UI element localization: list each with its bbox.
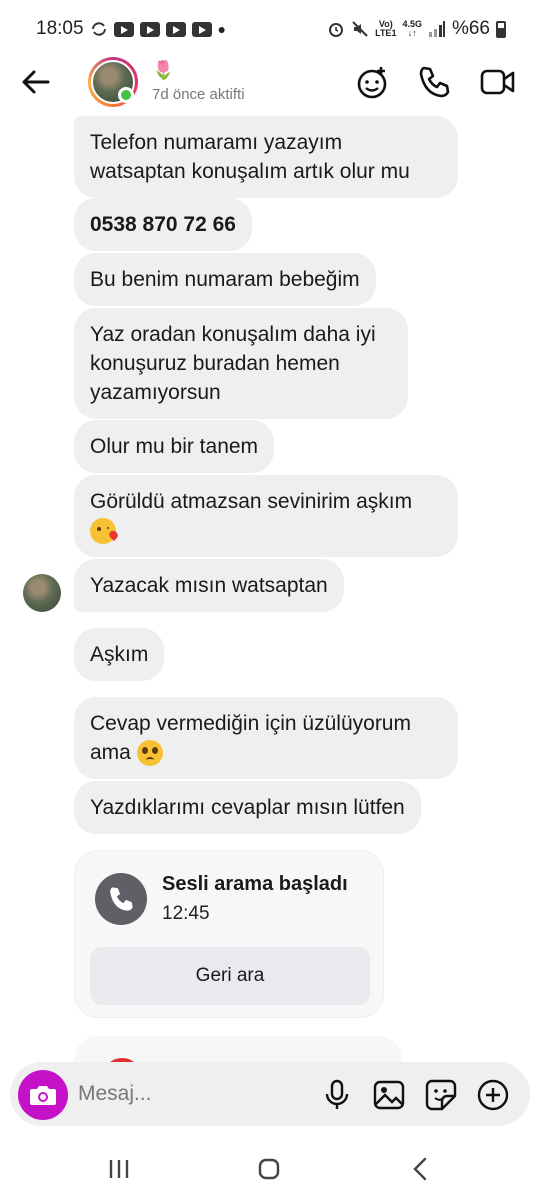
- message-bubble[interactable]: Cevap vermediğin için üzülüyorum ama: [74, 697, 458, 779]
- message-bubble[interactable]: Yaz oradan konuşalım daha iyi konuşuruz …: [74, 308, 408, 419]
- video-icon[interactable]: [480, 64, 516, 100]
- sender-avatar[interactable]: [23, 574, 61, 612]
- message-bubble[interactable]: Telefon numaramı yazayım watsaptan konuş…: [74, 116, 458, 198]
- sync-icon: [91, 22, 106, 36]
- youtube-icon: [113, 21, 134, 37]
- sticker-icon[interactable]: [424, 1078, 458, 1112]
- call-time: 12:45: [162, 903, 210, 924]
- message-list[interactable]: Telefon numaramı yazayım watsaptan konuş…: [0, 112, 540, 1062]
- microphone-icon[interactable]: [320, 1078, 354, 1112]
- battery-percent: %66: [451, 18, 490, 39]
- message-bubble[interactable]: Aşkım: [74, 628, 165, 681]
- message-composer: [10, 1062, 530, 1126]
- online-indicator: [118, 87, 134, 103]
- phone-icon[interactable]: [416, 64, 452, 100]
- message-input[interactable]: [78, 1074, 308, 1114]
- clock: 18:05: [36, 18, 84, 39]
- partial-call-card: [74, 1036, 402, 1062]
- message-bubble[interactable]: 0538 870 72 66: [74, 198, 252, 251]
- chat-header: 🌷 7d önce aktifti: [0, 52, 540, 112]
- message-bubble[interactable]: Görüldü atmazsan sevinirim aşkım: [74, 475, 458, 557]
- mute-icon: [352, 21, 368, 37]
- more-dot-icon: ●: [217, 21, 227, 37]
- signal-icon: [428, 21, 445, 37]
- status-bar: 18:05 ● Vo) LTE1 4.5G ↓↑ %66: [0, 0, 540, 58]
- camera-button[interactable]: [18, 1070, 68, 1120]
- message-bubble[interactable]: Yazdıklarımı cevaplar mısın lütfen: [74, 781, 421, 834]
- gallery-icon[interactable]: [372, 1078, 406, 1112]
- status-emoji: 🌷: [152, 60, 175, 80]
- status-right: Vo) LTE1 4.5G ↓↑ %66: [327, 18, 506, 40]
- volte-label: Vo) LTE1: [375, 19, 397, 38]
- message-bubble[interactable]: Olur mu bir tanem: [74, 420, 275, 473]
- pleading-emoji-icon: [136, 740, 163, 767]
- status-left: 18:05 ●: [36, 18, 226, 40]
- call-back-button[interactable]: Geri ara: [90, 947, 370, 1005]
- youtube-icon: [139, 21, 160, 37]
- call-phone-icon: [95, 873, 147, 925]
- network-gen-label: 4.5G ↓↑: [402, 19, 422, 38]
- last-seen-text[interactable]: 7d önce aktifti: [152, 86, 245, 103]
- system-nav-bar: [0, 1136, 540, 1200]
- plus-icon[interactable]: [476, 1078, 510, 1112]
- effects-icon[interactable]: [354, 64, 390, 100]
- voice-call-card: Sesli arama başladı 12:45 Geri ara: [74, 850, 384, 1018]
- home-icon[interactable]: [254, 1154, 284, 1184]
- message-bubble[interactable]: Yazacak mısın watsaptan: [74, 559, 344, 612]
- back-arrow-icon[interactable]: [18, 64, 54, 100]
- kiss-emoji-icon: [90, 518, 116, 545]
- message-bubble[interactable]: Bu benim numaram bebeğim: [74, 253, 376, 306]
- camera-icon: [30, 1086, 56, 1105]
- alarm-icon: [329, 23, 344, 37]
- youtube-icon: [165, 21, 186, 37]
- battery-icon: [496, 20, 506, 38]
- nav-back-icon[interactable]: [406, 1154, 436, 1184]
- call-title: Sesli arama başladı: [162, 873, 348, 895]
- recents-icon[interactable]: [104, 1154, 134, 1184]
- youtube-icon: [191, 21, 212, 37]
